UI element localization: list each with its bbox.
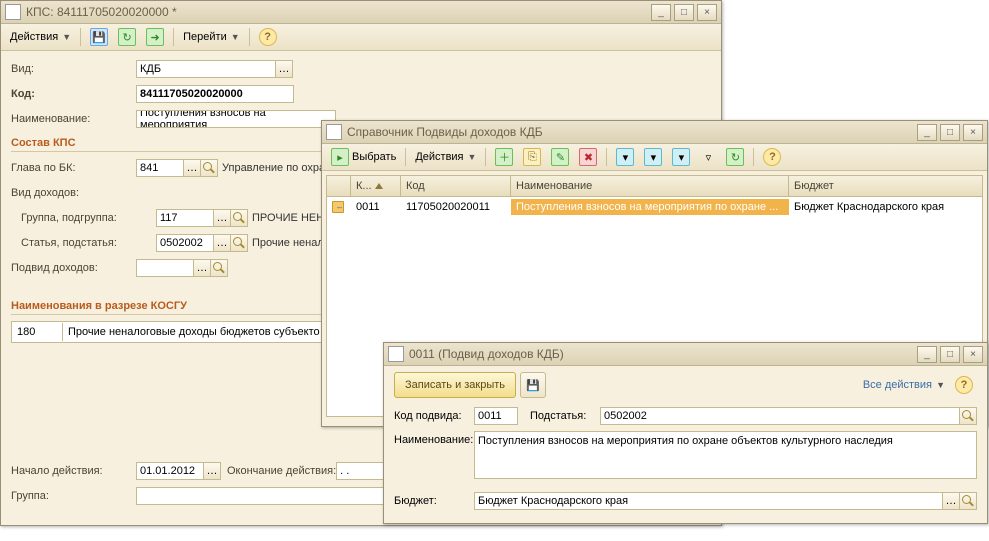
save-icon[interactable]: 💾 — [520, 372, 546, 398]
filter2-icon[interactable]: ▾ — [640, 146, 666, 168]
filter1-icon[interactable]: ▾ — [612, 146, 638, 168]
sub-label: Подстатья: — [530, 410, 600, 422]
budget-picker[interactable]: … — [942, 492, 960, 510]
budget-label: Бюджет: — [394, 495, 474, 507]
naim-label: Наименование: — [11, 113, 136, 125]
help-icon[interactable]: ? — [255, 26, 281, 48]
glava-label: Глава по БК: — [11, 162, 136, 174]
dir-titlebar[interactable]: Справочник Подвиды доходов КДБ _ □ × — [322, 121, 987, 144]
go-icon[interactable]: ➜ — [142, 26, 168, 48]
nach-picker[interactable]: … — [203, 462, 221, 480]
vid-input[interactable]: КДБ — [136, 60, 276, 78]
glava-desc: Управление по охране — [222, 162, 337, 174]
grp-search[interactable] — [230, 209, 248, 227]
gruppa-label: Группа: — [11, 490, 136, 502]
filter3-icon[interactable]: ▾ — [668, 146, 694, 168]
refresh-icon[interactable]: ↻ — [722, 146, 748, 168]
vid-picker[interactable]: … — [275, 60, 293, 78]
sort-asc-icon — [375, 183, 383, 189]
save-close-button[interactable]: Записать и закрыть — [394, 372, 516, 398]
stat-input[interactable]: 0502002 — [156, 234, 214, 252]
window-icon — [5, 4, 21, 20]
sub-input[interactable]: 0502002 — [600, 407, 960, 425]
actions-menu[interactable]: Действия▼ — [411, 149, 480, 165]
minimize-button[interactable]: _ — [651, 4, 671, 21]
grp-picker[interactable]: … — [213, 209, 231, 227]
kodp-label: Код подвида: — [394, 410, 474, 422]
stat-picker[interactable]: … — [213, 234, 231, 252]
copy-icon[interactable]: ⎘ — [519, 146, 545, 168]
delete-icon[interactable]: ✖ — [575, 146, 601, 168]
window-icon — [326, 124, 342, 140]
nach-input[interactable]: 01.01.2012 — [136, 462, 204, 480]
cell-kod: 11705020020011 — [401, 199, 511, 215]
nach-label: Начало действия: — [11, 465, 136, 477]
minimize-button[interactable]: _ — [917, 346, 937, 363]
close-button[interactable]: × — [697, 4, 717, 21]
glava-search[interactable] — [200, 159, 218, 177]
maximize-button[interactable]: □ — [940, 346, 960, 363]
kps-toolbar: Действия▼ 💾 ↻ ➜ Перейти▼ ? — [1, 24, 721, 51]
cell-k: 0011 — [351, 199, 401, 215]
dir-toolbar: ▸Выбрать Действия▼ ＋ ⎘ ✎ ✖ ▾ ▾ ▾ ▿ ↻ ? — [322, 144, 987, 171]
stat-search[interactable] — [230, 234, 248, 252]
cell-naim: Поступления взносов на мероприятия по ох… — [511, 199, 789, 215]
budget-input[interactable]: Бюджет Краснодарского края — [474, 492, 943, 510]
cell-budget: Бюджет Краснодарского края — [789, 199, 982, 215]
col-naim[interactable]: Наименование — [511, 176, 789, 196]
kod-input[interactable]: 84111705020020000 — [136, 85, 294, 103]
help-icon[interactable]: ? — [951, 374, 977, 396]
naimp-input[interactable] — [474, 431, 977, 479]
budget-search[interactable] — [959, 492, 977, 510]
grp-input[interactable]: 117 — [156, 209, 214, 227]
close-button[interactable]: × — [963, 346, 983, 363]
grp-label: Группа, подгруппа: — [11, 212, 156, 224]
vid-doh-label: Вид доходов: — [11, 187, 136, 199]
pod-search[interactable] — [210, 259, 228, 277]
pod-input[interactable] — [136, 259, 194, 277]
save-icon[interactable]: 💾 — [86, 26, 112, 48]
kodp-input[interactable]: 0011 — [474, 407, 518, 425]
subtype-window: 0011 (Подвид доходов КДБ) _ □ × Записать… — [383, 342, 988, 524]
dir-title: Справочник Подвиды доходов КДБ — [347, 125, 543, 139]
close-button[interactable]: × — [963, 124, 983, 141]
kod-label: Код: — [11, 88, 136, 100]
kps-title: КПС: 84111705020020000 * — [26, 5, 177, 19]
filter-off-icon[interactable]: ▿ — [696, 147, 720, 167]
minimize-button[interactable]: _ — [917, 124, 937, 141]
kps-titlebar[interactable]: КПС: 84111705020020000 * _ □ × — [1, 1, 721, 24]
sub-title: 0011 (Подвид доходов КДБ) — [409, 347, 564, 361]
naimp-label: Наименование: — [394, 431, 474, 446]
sub-search[interactable] — [959, 407, 977, 425]
pod-label: Подвид доходов: — [11, 262, 136, 274]
glava-picker[interactable]: … — [183, 159, 201, 177]
table-row[interactable]: – 0011 11705020020011 Поступления взносо… — [327, 197, 982, 217]
kosgu-code[interactable]: 180 — [12, 323, 63, 341]
col-budget[interactable]: Бюджет — [789, 176, 982, 196]
goto-menu[interactable]: Перейти▼ — [179, 29, 244, 45]
stat-label: Статья, подстатья: — [11, 237, 156, 249]
select-button[interactable]: ▸Выбрать — [327, 146, 400, 168]
col-kod[interactable]: Код — [401, 176, 511, 196]
gruppa-input[interactable] — [136, 487, 396, 505]
help-icon[interactable]: ? — [759, 146, 785, 168]
grid-header: К... Код Наименование Бюджет — [327, 176, 982, 197]
add-icon[interactable]: ＋ — [491, 146, 517, 168]
all-actions-menu[interactable]: Все действия ▼ — [863, 379, 945, 391]
actions-menu[interactable]: Действия▼ — [6, 29, 75, 45]
naim-input[interactable]: Поступления взносов на мероприятия — [136, 110, 336, 128]
pod-picker[interactable]: … — [193, 259, 211, 277]
maximize-button[interactable]: □ — [674, 4, 694, 21]
sub-titlebar[interactable]: 0011 (Подвид доходов КДБ) _ □ × — [384, 343, 987, 366]
vid-label: Вид: — [11, 63, 136, 75]
window-icon — [388, 346, 404, 362]
edit-icon[interactable]: ✎ — [547, 146, 573, 168]
glava-input[interactable]: 841 — [136, 159, 184, 177]
col-k[interactable]: К... — [351, 176, 401, 196]
maximize-button[interactable]: □ — [940, 124, 960, 141]
okon-label: Окончание действия: — [227, 465, 336, 477]
refresh-icon[interactable]: ↻ — [114, 26, 140, 48]
